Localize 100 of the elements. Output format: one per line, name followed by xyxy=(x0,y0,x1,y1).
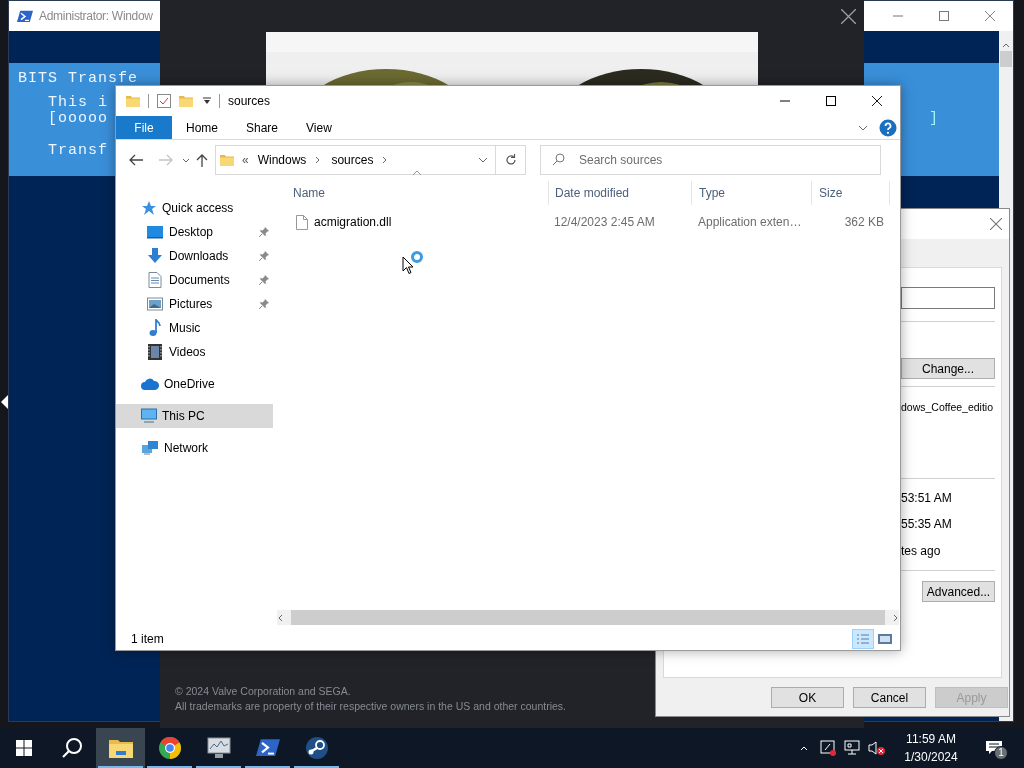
show-hidden-icons-icon xyxy=(800,744,808,752)
windows-logo-icon xyxy=(16,740,32,756)
text-field[interactable] xyxy=(901,287,995,309)
folder-icon xyxy=(220,154,234,166)
horizontal-scrollbar[interactable] xyxy=(277,610,899,625)
close-icon xyxy=(841,8,856,24)
sidebar-item[interactable]: Quick access xyxy=(116,196,273,220)
breadcrumb[interactable]: sources xyxy=(331,151,374,169)
film-icon xyxy=(148,344,162,360)
sidebar-item[interactable]: Videos xyxy=(116,340,257,364)
properties-icon[interactable] xyxy=(157,94,171,108)
created-time: 53:51 AM xyxy=(901,490,953,506)
taskbar-app[interactable] xyxy=(96,728,145,768)
document-icon xyxy=(148,272,162,288)
download-icon xyxy=(147,248,163,264)
dialog-button[interactable]: OK xyxy=(771,687,844,708)
music-note-icon xyxy=(149,319,161,337)
close-icon xyxy=(872,96,882,106)
folder-icon xyxy=(126,95,140,107)
file-name[interactable]: acmigration.dll xyxy=(314,213,392,231)
help-icon[interactable] xyxy=(879,118,897,137)
console-line: BITS Transfe xyxy=(18,71,139,87)
picture-icon xyxy=(147,297,163,311)
table-cell-text: Application exten… xyxy=(697,214,803,231)
file-icon xyxy=(296,214,308,230)
back-icon[interactable] xyxy=(128,154,144,166)
column-header[interactable]: Type xyxy=(691,181,811,205)
large-icons-view-icon xyxy=(877,631,893,646)
powershell-icon xyxy=(17,9,33,23)
column-header[interactable]: Date modified xyxy=(548,181,691,205)
breadcrumb[interactable]: Windows xyxy=(257,151,307,169)
scrollbar-thumb[interactable] xyxy=(1000,51,1012,67)
maximize-icon xyxy=(939,11,949,21)
chrome-icon xyxy=(157,736,182,760)
desktop-icon xyxy=(147,225,163,239)
sidebar-item[interactable]: Music xyxy=(116,316,257,340)
dropdown-icon[interactable] xyxy=(203,97,211,105)
column-header[interactable]: Size xyxy=(811,181,890,205)
sidebar-item[interactable]: OneDrive xyxy=(116,372,273,396)
ribbon-tab[interactable]: Share xyxy=(232,116,293,139)
cloud-icon xyxy=(141,378,159,390)
muted-speaker-icon xyxy=(868,740,886,756)
clock[interactable]: 11:59 AM 1/30/2024 xyxy=(894,730,968,766)
dropdown-icon xyxy=(479,156,487,164)
sidebar-item[interactable]: Pictures xyxy=(116,292,257,316)
clock-time: 11:59 AM xyxy=(906,731,956,748)
console-line: [ooooo xyxy=(48,111,108,127)
console-text: ] xyxy=(929,111,939,127)
file-menu-button[interactable]: File xyxy=(116,116,172,139)
ribbon-tab[interactable]: View xyxy=(292,116,346,139)
dialog-button[interactable]: Cancel xyxy=(853,687,926,708)
recent-locations-icon xyxy=(182,156,190,164)
scroll-up-icon xyxy=(1002,41,1010,49)
clock-date: 1/30/2024 xyxy=(904,749,958,766)
refresh-icon xyxy=(504,154,517,166)
table-cell-text: 362 KB xyxy=(843,214,885,231)
monitor-chart-icon xyxy=(206,737,231,759)
column-header[interactable]: Name xyxy=(277,181,548,205)
item-count: 1 item xyxy=(131,630,164,648)
sidebar-item[interactable]: This PC xyxy=(116,404,273,428)
advanced-button[interactable]: Advanced... xyxy=(922,581,995,602)
refresh-button[interactable] xyxy=(496,145,526,175)
star-icon xyxy=(141,200,157,216)
steam-icon xyxy=(304,736,329,760)
location-text: dows_Coffee_editio xyxy=(901,400,994,415)
copyright-text: © 2024 Valve Corporation and SEGA. xyxy=(175,684,351,699)
folder-icon xyxy=(108,738,133,758)
sidebar-item[interactable]: Desktop xyxy=(116,220,257,244)
sync-alert-icon xyxy=(820,740,836,756)
address-bar[interactable]: « Windows sources xyxy=(215,145,496,175)
scroll-left-icon xyxy=(277,613,285,622)
close-icon xyxy=(990,218,1002,230)
notification-badge: 1 xyxy=(994,746,1008,760)
details-view-icon xyxy=(855,631,871,646)
copyright-text: All trademarks are property of their respective owners in the US and other countries. xyxy=(175,699,567,714)
expand-ribbon-icon xyxy=(859,123,867,132)
up-icon[interactable] xyxy=(196,153,208,167)
sidebar-item[interactable]: Documents xyxy=(116,268,257,292)
network-status-icon xyxy=(844,740,860,756)
accessed-time: tes ago xyxy=(901,543,942,559)
notification-button[interactable]: 1 xyxy=(974,728,1014,768)
change-button[interactable]: Change... xyxy=(901,358,995,379)
console-line: Transf xyxy=(48,143,108,159)
ribbon-tab[interactable]: Home xyxy=(172,116,232,139)
window-title: Administrator: Window xyxy=(39,8,153,25)
search-icon xyxy=(552,153,565,166)
sidebar-item[interactable]: Network xyxy=(116,436,273,460)
scroll-right-icon xyxy=(891,613,899,622)
network-icon xyxy=(141,440,159,456)
sidebar-item[interactable]: Downloads xyxy=(116,244,257,268)
console-line: This i xyxy=(48,95,108,111)
computer-icon xyxy=(141,408,157,424)
maximize-icon xyxy=(826,96,836,106)
modified-time: 55:35 AM xyxy=(901,516,953,532)
window-title: sources xyxy=(228,93,271,110)
close-icon xyxy=(985,11,995,21)
breadcrumb-overflow[interactable]: « xyxy=(242,151,249,169)
table-cell-text: 12/4/2023 2:45 AM xyxy=(553,214,656,231)
search-field[interactable]: Search sources xyxy=(540,145,881,175)
busy-cursor-icon xyxy=(402,249,426,275)
